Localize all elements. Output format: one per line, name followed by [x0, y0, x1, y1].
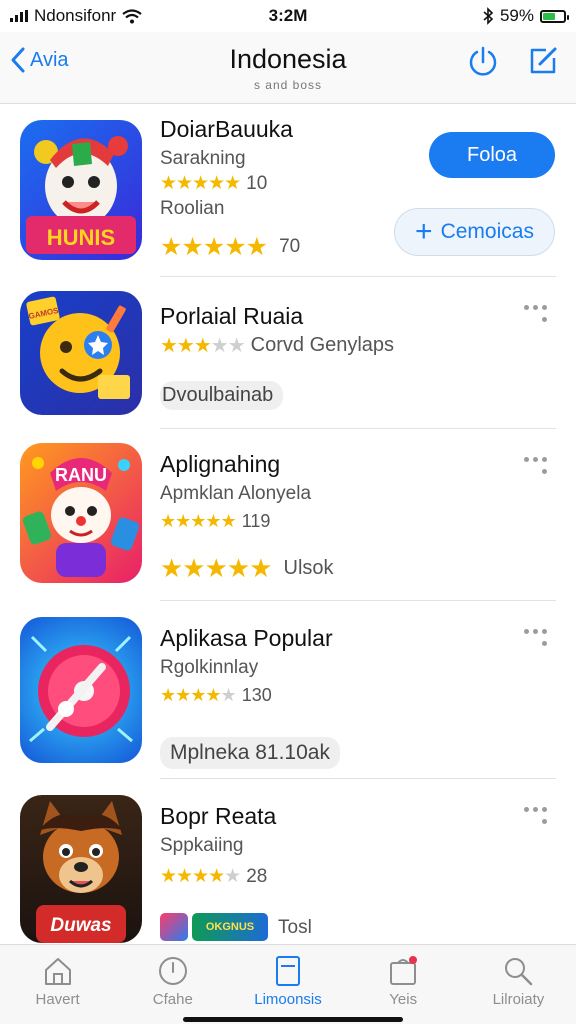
rating-stars: ★★★★★ [160, 173, 241, 194]
tab-updates[interactable]: Cfahe [115, 945, 230, 1024]
app-subtitle: Apmklan Alonyela [160, 483, 312, 504]
rating-row: ★★★★★ 130 [160, 685, 272, 706]
tab-label: Yeis [389, 991, 418, 1008]
add-button-label: Cemoicas [440, 220, 534, 243]
search-icon [505, 958, 533, 986]
tab-home[interactable]: Havert [0, 945, 115, 1024]
tab-store[interactable]: Yeis [346, 945, 461, 1024]
refresh-icon [469, 46, 497, 76]
signal-icon [10, 10, 28, 22]
rating-row-large: ★★★★★ 70 [160, 232, 300, 262]
preview-label: Tosl [278, 917, 312, 938]
compose-button[interactable] [526, 44, 560, 78]
clock-icon [158, 957, 187, 985]
more-options-icon[interactable] [524, 303, 552, 329]
tab-label: Lilroiaty [492, 991, 545, 1008]
app-label: Roolian [160, 198, 225, 219]
apps-icon [276, 956, 300, 986]
rating-count-large: 70 [279, 236, 301, 257]
rating-row: ★★★★★ 119 [160, 511, 270, 532]
bag-icon [390, 956, 418, 985]
icon-text: HUNIS [47, 225, 115, 250]
battery-percent: 59% [499, 6, 534, 25]
clown-game-icon: HUNIS [20, 120, 142, 260]
category-tag: Dvoulbainab [160, 381, 284, 410]
list-item[interactable]: Duwas Bopr Reata Sppkaiing ★★★★★ 28 OKGN… [0, 779, 576, 945]
rating-stars: ★★★★★ [160, 511, 237, 531]
app-name: Aplikasa Popular [160, 625, 333, 651]
more-options-icon[interactable] [524, 805, 552, 831]
page-subtitle: s and boss [253, 78, 323, 92]
rating-stars-large: ★★★★★ [160, 233, 268, 261]
home-indicator [183, 1017, 403, 1022]
rating-count: 119 [241, 511, 271, 531]
rating-caption: Ulsok [283, 557, 334, 579]
rating-row-large: ★★★★★ Ulsok [160, 553, 334, 584]
list-item[interactable]: GAMOS Porlaial Ruaia ★★★★★ Corvd Genylap… [0, 277, 576, 429]
wifi-icon [122, 8, 142, 23]
snowman-clown-icon: RANU [20, 443, 142, 583]
tab-label: Havert [35, 991, 80, 1008]
rating-stars: ★★★★★ [160, 866, 241, 887]
battery-icon [540, 9, 569, 23]
navigation-bar: Avia Indonesia s and boss [0, 32, 576, 104]
emoji-face-icon: GAMOS [20, 291, 142, 415]
icon-text: Duwas [50, 915, 111, 936]
more-options-icon[interactable] [524, 455, 552, 481]
list-item[interactable]: Aplikasa Popular Rgolkinnlay ★★★★★ 130 M… [0, 601, 576, 779]
status-bar: Ndonsifonr 3:2M 59% [0, 0, 576, 32]
app-subtitle: Sppkaiing [160, 835, 244, 856]
list-item[interactable]: HUNIS DoiarBauuka Sarakning ★★★★★ 10 Roo… [0, 104, 576, 276]
home-icon [44, 958, 71, 985]
app-name: Aplignahing [160, 451, 281, 477]
app-subtitle: Rgolkinnlay [160, 657, 259, 678]
plus-icon: + [415, 215, 433, 248]
rating-caption: Corvd Genylaps [250, 334, 395, 356]
rating-stars-large: ★★★★★ [160, 553, 273, 583]
rating-row: ★★★★★ 28 [160, 865, 267, 888]
preview-thumbnail: OKGNUS [192, 913, 268, 941]
carrier-label: Ndonsifonr [34, 6, 117, 25]
get-button-label: Foloa [466, 143, 518, 166]
more-options-icon[interactable] [524, 627, 552, 653]
list-item[interactable]: RANU Aplignahing Apmklan Alonyela ★★★★★ … [0, 429, 576, 601]
rating-row: ★★★★★ 10 [160, 172, 267, 195]
bluetooth-icon [483, 7, 494, 25]
rating-stars: ★★★★★ [160, 335, 246, 357]
rating-row: ★★★★★ Corvd Genylaps [160, 333, 394, 358]
icon-text: RANU [55, 465, 107, 485]
app-name: Porlaial Ruaia [160, 303, 304, 329]
rating-count: 28 [246, 865, 268, 887]
tab-bar: Havert Cfahe Limoonsis Yeis Lilroiaty [0, 944, 576, 1024]
get-button[interactable]: Foloa [429, 132, 555, 178]
tab-label: Cfahe [152, 991, 193, 1008]
app-name: DoiarBauuka [160, 116, 293, 142]
music-disc-icon [20, 617, 142, 763]
app-subtitle: Sarakning [160, 148, 246, 169]
rating-stars: ★★★★★ [160, 685, 237, 705]
rating-count: 10 [246, 172, 268, 194]
tab-apps[interactable]: Limoonsis [230, 945, 345, 1024]
status-left: Ndonsifonr [10, 6, 142, 26]
add-button[interactable]: + Cemoicas [394, 208, 555, 256]
app-name: Bopr Reata [160, 803, 277, 829]
tab-search[interactable]: Lilroiaty [461, 945, 576, 1024]
screenshot-previews: OKGNUS [160, 913, 268, 941]
tab-label: Limoonsis [254, 991, 322, 1008]
compose-icon [530, 47, 557, 74]
wolf-character-icon: Duwas [20, 795, 142, 943]
rating-count: 130 [241, 685, 272, 705]
preview-thumbnail [160, 913, 188, 941]
refresh-button[interactable] [466, 44, 500, 78]
category-tag: Mplneka 81.10ak [160, 737, 340, 769]
status-right: 59% [482, 6, 569, 26]
